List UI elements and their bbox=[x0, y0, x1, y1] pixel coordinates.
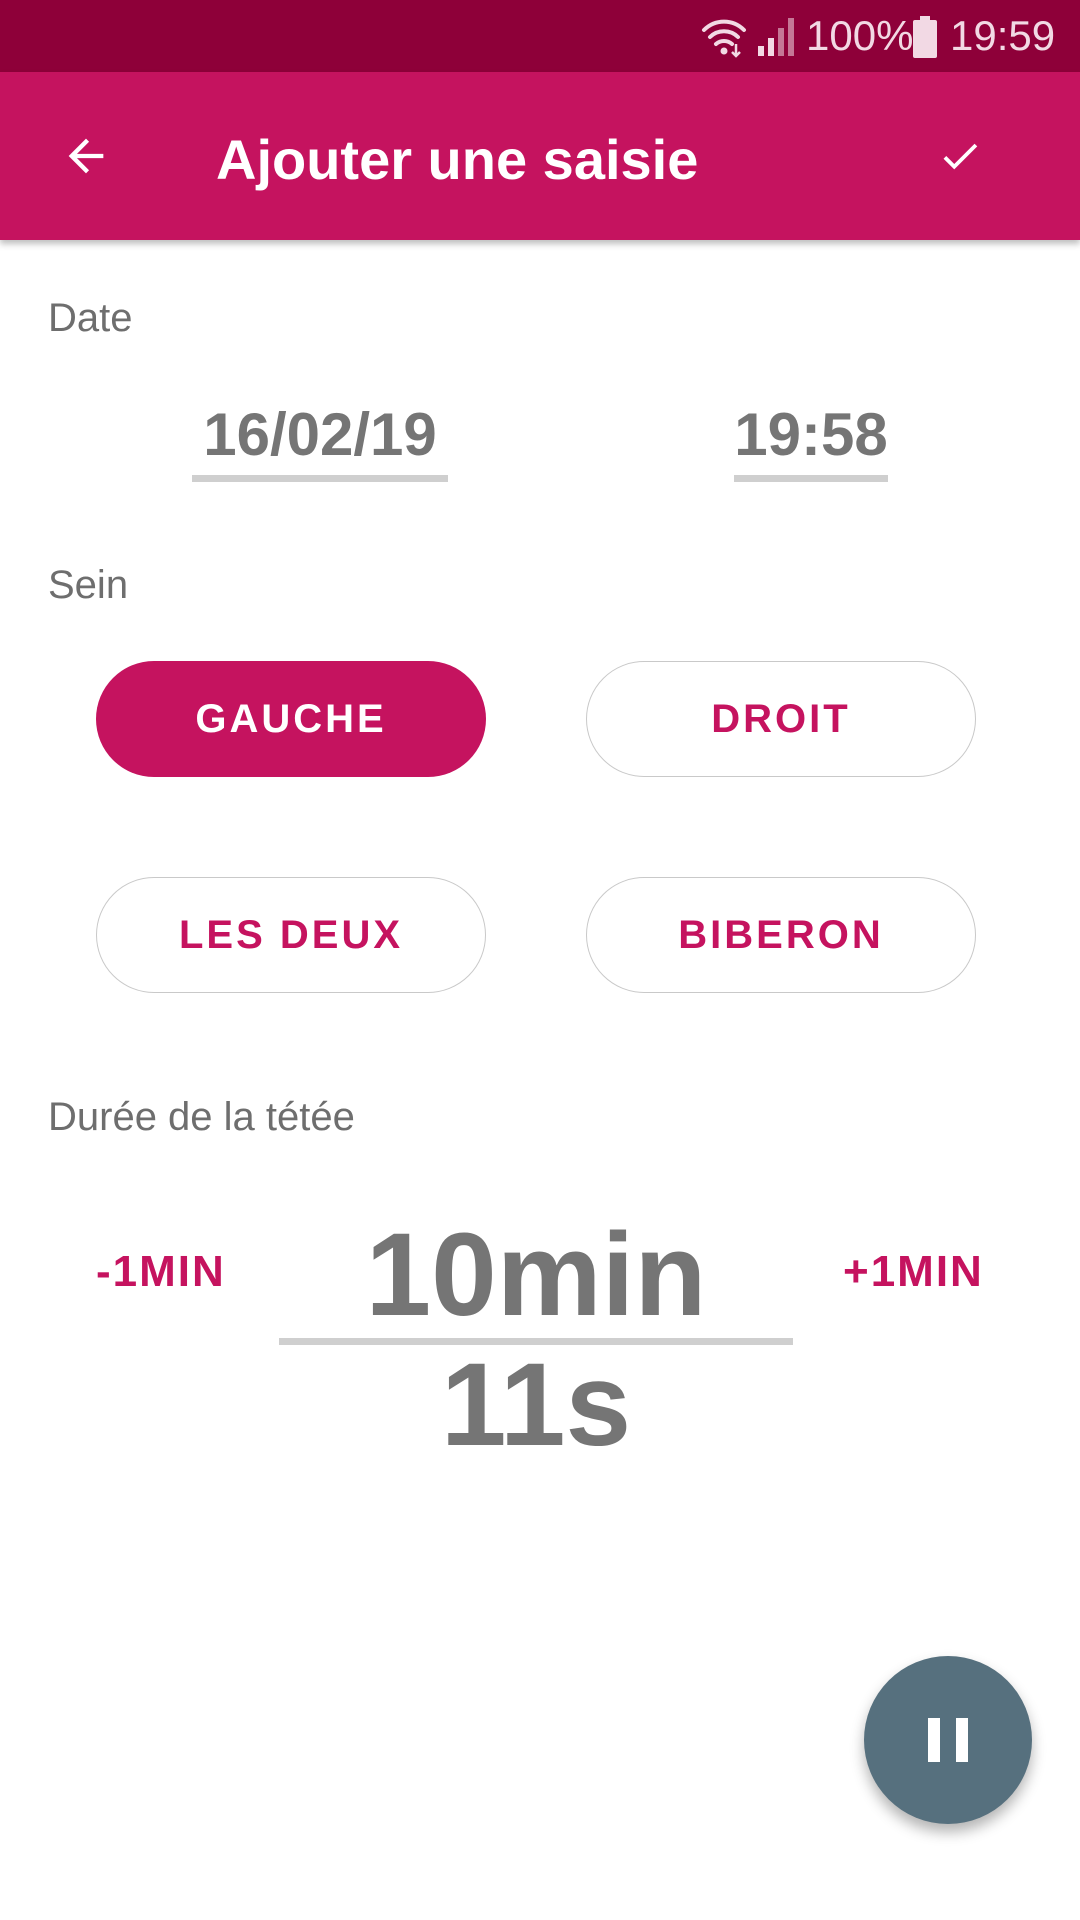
duration-underline bbox=[279, 1338, 793, 1345]
arrow-back-icon bbox=[68, 138, 104, 174]
confirm-button[interactable] bbox=[914, 110, 1006, 202]
page-title: Ajouter une saisie bbox=[216, 128, 699, 191]
breast-option-left-button[interactable]: GAUCHE bbox=[96, 661, 486, 777]
breast-section-label: Sein bbox=[48, 563, 129, 607]
date-field[interactable]: 16/02/19 bbox=[192, 400, 448, 470]
date-section-label: Date bbox=[48, 296, 133, 340]
plus-one-minute-button[interactable]: +1MIN bbox=[843, 1246, 984, 1298]
app-bar: Ajouter une saisie bbox=[0, 72, 1080, 240]
breast-option-both-button[interactable]: LES DEUX bbox=[96, 877, 486, 993]
battery-icon bbox=[913, 16, 937, 58]
pause-button[interactable] bbox=[864, 1656, 1032, 1824]
back-button[interactable] bbox=[40, 110, 132, 202]
breast-option-bottle-button[interactable]: BIBERON bbox=[586, 877, 976, 993]
status-bar: 100% 19:59 bbox=[0, 0, 1080, 72]
duration-section-label: Durée de la tétée bbox=[48, 1095, 355, 1139]
status-time: 19:59 bbox=[950, 12, 1056, 59]
check-icon bbox=[943, 143, 978, 170]
time-field[interactable]: 19:58 bbox=[734, 400, 888, 470]
date-field-underline bbox=[192, 475, 448, 482]
battery-level: 100% bbox=[806, 12, 914, 59]
time-field-underline bbox=[734, 475, 888, 482]
pause-icon bbox=[928, 1718, 968, 1762]
cell-signal-icon bbox=[758, 18, 794, 56]
wifi-icon bbox=[702, 19, 746, 58]
minus-one-minute-button[interactable]: -1MIN bbox=[96, 1246, 226, 1298]
breast-option-right-button[interactable]: DROIT bbox=[586, 661, 976, 777]
